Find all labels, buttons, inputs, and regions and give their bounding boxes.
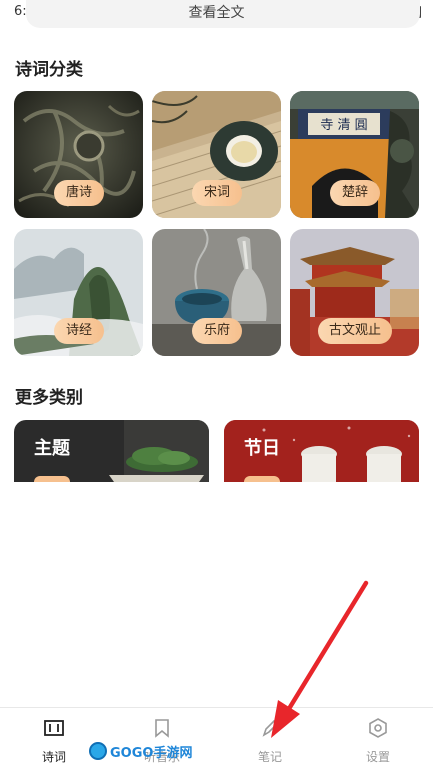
hexagon-gear-icon	[369, 718, 387, 738]
category-card-festival[interactable]: 节日	[224, 420, 419, 482]
pen-icon	[262, 719, 279, 737]
category-badge-peek	[244, 476, 280, 482]
category-card-song[interactable]: 宋词	[152, 91, 281, 218]
category-card-yuefu[interactable]: 乐府	[152, 229, 281, 356]
category-badge: 古文观止	[318, 318, 392, 344]
category-card-shijing[interactable]: 诗经	[14, 229, 143, 356]
category-label: 节日	[244, 438, 280, 459]
category-badge: 宋词	[192, 180, 242, 206]
watermark: GOGO手游网	[89, 741, 192, 761]
category-card-chuci[interactable]: 寺 清 圓 楚辞	[290, 91, 419, 218]
category-badge-peek	[34, 476, 70, 482]
view-full-text-label: 查看全文	[188, 5, 245, 21]
nav-item-poetry[interactable]: 诗词	[0, 708, 108, 771]
nav-item-music[interactable]: 听音乐	[108, 708, 216, 771]
nav-label: 设置	[365, 750, 390, 764]
nav-item-notes[interactable]: 笔记	[216, 708, 324, 771]
category-badge: 诗经	[54, 318, 104, 344]
category-badge: 乐府	[192, 318, 242, 344]
category-card-theme[interactable]: 主题	[14, 420, 209, 482]
watermark-logo-icon	[89, 742, 107, 760]
bookmark-icon	[155, 719, 169, 738]
book-frame-icon	[44, 720, 64, 736]
category-badge: 楚辞	[330, 180, 380, 206]
bottom-nav: 诗词 听音乐 笔记 设置	[0, 707, 433, 771]
svg-text:寺 清 圓: 寺 清 圓	[320, 118, 367, 133]
nav-item-settings[interactable]: 设置	[324, 708, 432, 771]
category-label: 主题	[34, 438, 70, 459]
category-card-guwen-guanzhi[interactable]: 古文观止	[290, 229, 419, 356]
category-badge: 唐诗	[54, 180, 104, 206]
section-title-poetry: 诗词分类	[15, 60, 83, 80]
category-card-tang[interactable]: 唐诗	[14, 91, 143, 218]
watermark-text: GOGO手游网	[110, 745, 193, 761]
section-title-more: 更多类别	[15, 388, 83, 408]
nav-label: 笔记	[257, 750, 282, 764]
